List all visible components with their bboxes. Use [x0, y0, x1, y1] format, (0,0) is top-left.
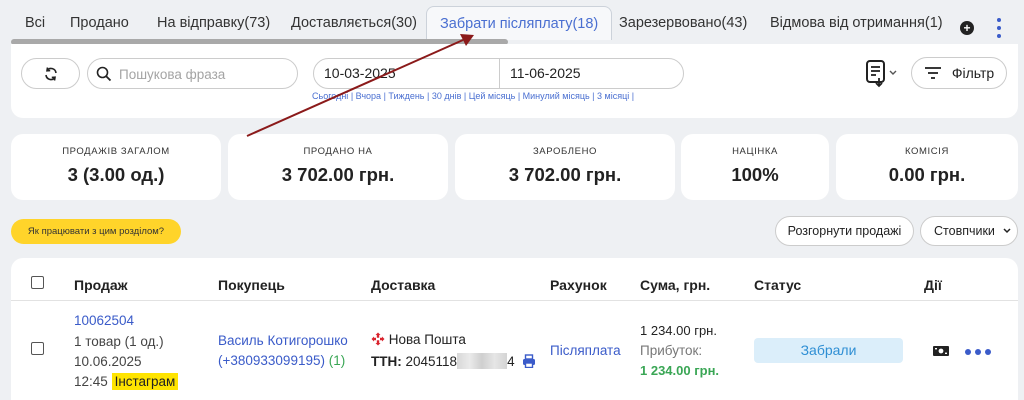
tab-refused[interactable]: Відмова від отримання(1)	[770, 8, 943, 38]
stat-markup: НАЦІНКА 100%	[681, 134, 829, 200]
header-buyer[interactable]: Покупець	[218, 277, 285, 293]
stat-label: ЗАРОБЛЕНО	[532, 146, 598, 157]
ttn-redacted	[457, 353, 508, 369]
ttn-start: 2045118	[405, 354, 458, 369]
sale-id-link[interactable]: 10062504	[74, 313, 134, 328]
help-button[interactable]: Як працювати з цим розділом?	[11, 219, 181, 244]
select-all-checkbox[interactable]	[31, 276, 44, 289]
amount: 1 234.00 грн.	[640, 323, 717, 338]
date-from-field[interactable]: 10-03-2025	[324, 65, 396, 81]
profit-value: 1 234.00 грн.	[640, 363, 720, 378]
print-icon[interactable]	[522, 354, 536, 369]
buyer-name-link[interactable]: Василь Котигорошко	[218, 333, 348, 348]
carrier-name: Нова Пошта	[388, 332, 466, 347]
tab-sold[interactable]: Продано	[70, 8, 129, 38]
header-sale[interactable]: Продаж	[74, 277, 128, 293]
cash-icon[interactable]	[932, 345, 950, 357]
tab-reserved[interactable]: Зарезервовано(43)	[619, 8, 747, 38]
search-icon	[96, 66, 112, 82]
sale-date: 10.06.2025	[74, 354, 142, 369]
stat-label: ПРОДАНО НА	[303, 146, 373, 157]
stat-value: 3 702.00 грн.	[281, 164, 395, 185]
search-box[interactable]	[87, 58, 298, 89]
quick-date-this-month[interactable]: Цей місяць	[469, 91, 516, 101]
export-button[interactable]	[864, 58, 900, 88]
tab-to-ship[interactable]: На відправку(73)	[157, 8, 270, 38]
carrier: Нова Пошта	[371, 332, 466, 347]
columns-dropdown[interactable]: Стовпчики	[920, 216, 1018, 246]
ttn-end: 4	[507, 354, 515, 369]
sale-time-source: 12:45 Інстаграм	[74, 373, 179, 390]
filter-panel: 10-03-2025 11-06-2025 Сьогодні | Вчора |…	[11, 44, 1018, 118]
header-delivery[interactable]: Доставка	[371, 277, 435, 293]
filter-label: Фільтр	[951, 65, 995, 81]
sale-source-badge: Інстаграм	[111, 373, 179, 390]
more-vertical-icon[interactable]	[996, 18, 1002, 38]
ttn-label: ТТН:	[371, 354, 402, 369]
sale-time: 12:45	[74, 374, 108, 389]
quick-date-links: Сьогодні | Вчора | Тиждень | 30 днів | Ц…	[312, 91, 635, 101]
stat-total-sales: ПРОДАЖІВ ЗАГАЛОМ 3 (3.00 од.)	[11, 134, 221, 200]
stat-earned: ЗАРОБЛЕНО 3 702.00 грн.	[455, 134, 675, 200]
profit-label: Прибуток:	[640, 343, 703, 358]
filter-button[interactable]: Фільтр	[911, 57, 1007, 89]
filter-icon	[924, 67, 941, 79]
date-to-field[interactable]: 11-06-2025	[510, 65, 581, 81]
tab-collect-cod[interactable]: Забрати післяплату(18)	[426, 6, 613, 40]
refresh-button[interactable]	[21, 58, 80, 89]
tabs-bar: Всі Продано На відправку(73) Доставляєть…	[0, 0, 1024, 45]
date-divider	[499, 59, 500, 88]
header-divider	[11, 300, 1018, 301]
date-range[interactable]: 10-03-2025 11-06-2025	[313, 58, 684, 89]
stat-value: 3 702.00 грн.	[508, 164, 622, 185]
ttn: ТТН: 2045118 4	[371, 353, 536, 369]
expand-sales-button[interactable]: Розгорнути продажі	[775, 216, 914, 246]
stat-commission: КОМІСІЯ 0.00 грн.	[836, 134, 1018, 200]
add-icon[interactable]: +	[960, 21, 974, 35]
header-actions: Дії	[924, 277, 942, 293]
sales-table: Продаж Покупець Доставка Рахунок Сума, г…	[11, 258, 1018, 400]
chevron-down-icon	[1003, 228, 1011, 234]
more-horizontal-icon[interactable]	[965, 349, 991, 355]
quick-date-yesterday[interactable]: Вчора	[356, 91, 381, 101]
tab-all[interactable]: Всі	[25, 8, 45, 38]
stat-value: 100%	[731, 164, 779, 185]
stat-sold-for: ПРОДАНО НА 3 702.00 грн.	[228, 134, 448, 200]
quick-date-last-month[interactable]: Минулий місяць	[523, 91, 590, 101]
buyer-phone-link[interactable]: (+380933099195)	[218, 353, 325, 368]
tab-in-delivery[interactable]: Доставляється(30)	[291, 8, 417, 38]
quick-date-week[interactable]: Тиждень	[388, 91, 424, 101]
stat-label: ПРОДАЖІВ ЗАГАЛОМ	[62, 146, 170, 157]
quick-date-3-months[interactable]: 3 місяці	[597, 91, 629, 101]
stat-value: 3 (3.00 од.)	[67, 164, 165, 185]
header-invoice[interactable]: Рахунок	[550, 277, 607, 293]
header-amount[interactable]: Сума, грн.	[640, 277, 710, 293]
stat-label: НАЦІНКА	[732, 146, 778, 157]
quick-date-today[interactable]: Сьогодні	[312, 91, 348, 101]
status-badge[interactable]: Забрали	[754, 338, 903, 363]
invoice-link[interactable]: Післяплата	[550, 343, 621, 358]
stat-label: КОМІСІЯ	[905, 146, 949, 157]
sale-items: 1 товар (1 од.)	[74, 334, 164, 349]
row-checkbox[interactable]	[31, 342, 44, 355]
export-document-icon	[866, 60, 897, 88]
buyer-phone: (+380933099195) (1)	[218, 353, 345, 368]
buyer-order-count: (1)	[328, 353, 346, 368]
search-input[interactable]	[119, 65, 289, 83]
stat-value: 0.00 грн.	[888, 164, 966, 185]
refresh-icon	[44, 66, 57, 81]
header-status[interactable]: Статус	[754, 277, 801, 293]
nova-poshta-icon	[371, 332, 385, 346]
columns-label: Стовпчики	[934, 224, 995, 238]
quick-date-30-days[interactable]: 30 днів	[432, 91, 462, 101]
